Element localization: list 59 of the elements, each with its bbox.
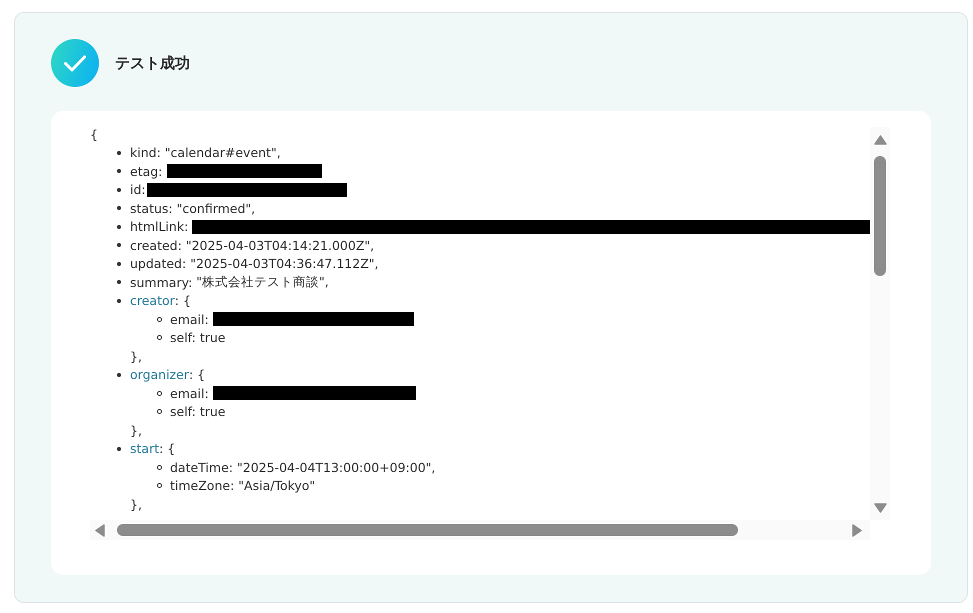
field-value: "2025-04-03T04:14:21.000Z", [186, 238, 374, 253]
scroll-left-icon[interactable] [95, 524, 105, 536]
field-value: "calendar#event", [164, 145, 281, 160]
scrollbar-thumb[interactable] [117, 524, 738, 536]
opening-brace: : { [174, 293, 191, 308]
field-key: etag: [130, 164, 162, 179]
field-value: "2025-04-04T13:00:00+09:00", [237, 460, 436, 475]
field-value: "2025-04-03T04:36:47.112Z", [190, 256, 378, 272]
bullet-icon [117, 188, 121, 192]
field-key: status: [130, 200, 173, 216]
bullet-icon [117, 169, 121, 174]
bullet-icon [117, 206, 121, 210]
object-key: creator [130, 293, 175, 308]
bullet-icon [117, 224, 121, 229]
bullet-icon [117, 298, 121, 303]
field-key: email: [170, 312, 209, 327]
circle-bullet-icon [157, 335, 162, 340]
bullet-icon [117, 150, 121, 155]
field-key: self: [170, 330, 196, 346]
field-key: timeZone: [170, 478, 234, 494]
circle-bullet-icon [157, 390, 162, 396]
circle-bullet-icon [157, 316, 162, 322]
status-title: テスト成功 [115, 54, 190, 72]
horizontal-scrollbar[interactable] [90, 520, 870, 540]
field-value: "株式会社テスト商談", [196, 274, 329, 291]
closing-brace: }, [130, 348, 142, 364]
object-key: start [130, 441, 160, 456]
field-value: "Asia/Tokyo" [238, 478, 316, 494]
closing-brace: }, [130, 496, 142, 512]
scroll-right-icon[interactable] [852, 524, 862, 536]
scrollbar-thumb[interactable] [874, 156, 886, 276]
bullet-icon [117, 243, 121, 248]
vertical-scrollbar[interactable] [870, 127, 890, 520]
scroll-down-icon[interactable] [874, 503, 886, 513]
field-key: email: [170, 386, 209, 401]
field-key: htmlLink: [130, 219, 188, 234]
closing-brace: }, [130, 422, 142, 438]
bullet-icon [117, 446, 121, 451]
circle-bullet-icon [157, 409, 162, 414]
bullet-icon [117, 372, 121, 377]
field-key: id: [130, 182, 146, 198]
circle-bullet-icon [157, 464, 162, 470]
scroll-up-icon[interactable] [874, 135, 886, 145]
bullet-icon [117, 280, 121, 284]
field-value: true [200, 404, 226, 420]
field-key: created: [130, 238, 182, 253]
bullet-icon [117, 262, 121, 266]
field-key: self: [170, 404, 196, 420]
field-key: summary: [130, 274, 192, 290]
field-key: kind: [130, 145, 161, 160]
opening-brace: : { [188, 367, 206, 382]
field-key: dateTime: [170, 460, 233, 475]
field-value: "confirmed", [176, 200, 256, 216]
opening-brace: { [90, 126, 98, 142]
circle-bullet-icon [157, 483, 162, 488]
field-value: true [200, 330, 226, 346]
object-key: organizer [130, 367, 189, 382]
field-key: updated: [130, 256, 186, 272]
opening-brace: : { [159, 441, 176, 456]
